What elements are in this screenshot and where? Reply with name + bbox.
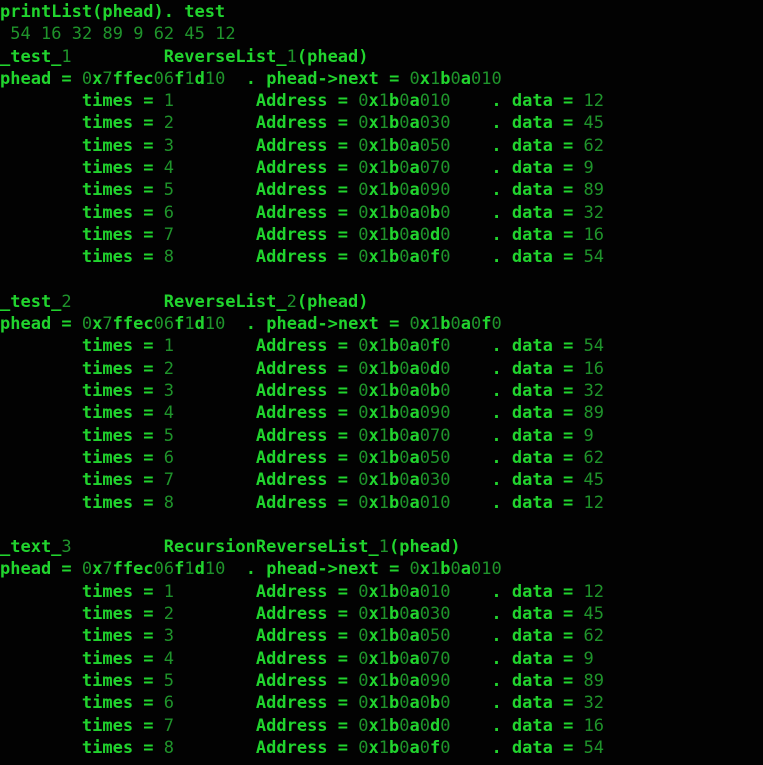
data-row: times = 6 Address = 0x1b0a0b0 . data = 3… bbox=[0, 202, 605, 223]
data-row: times = 2 Address = 0x1b0a030 . data = 4… bbox=[0, 604, 605, 625]
data-row: times = 8 Address = 0x1b0a0f0 . data = 5… bbox=[0, 247, 605, 268]
block-phead-2: phead = 0x7ffec06f1d10 . phead->next = 0… bbox=[0, 314, 502, 335]
data-row: times = 3 Address = 0x1b0a050 . data = 6… bbox=[0, 626, 605, 647]
print-list-call: printList(phead). test bbox=[0, 2, 226, 22]
block-phead-3: phead = 0x7ffec06f1d10 . phead->next = 0… bbox=[0, 559, 502, 580]
terminal-output[interactable]: printList(phead). test 54 16 32 89 9 62 … bbox=[0, 0, 763, 765]
data-row: times = 7 Address = 0x1b0a0d0 . data = 1… bbox=[0, 224, 605, 245]
data-row: times = 6 Address = 0x1b0a0b0 . data = 3… bbox=[0, 693, 605, 714]
data-row: times = 5 Address = 0x1b0a070 . data = 9 bbox=[0, 425, 594, 446]
data-row: times = 7 Address = 0x1b0a0d0 . data = 1… bbox=[0, 715, 605, 736]
data-row: times = 4 Address = 0x1b0a070 . data = 9 bbox=[0, 158, 594, 179]
data-row: times = 5 Address = 0x1b0a090 . data = 8… bbox=[0, 670, 605, 691]
block-header-2: _test_2 ReverseList_2(phead) bbox=[0, 291, 369, 312]
data-row: times = 4 Address = 0x1b0a070 . data = 9 bbox=[0, 648, 594, 669]
data-row: times = 6 Address = 0x1b0a050 . data = 6… bbox=[0, 447, 605, 468]
data-row: times = 1 Address = 0x1b0a0f0 . data = 5… bbox=[0, 336, 605, 357]
data-row: times = 5 Address = 0x1b0a090 . data = 8… bbox=[0, 180, 605, 201]
data-row: times = 2 Address = 0x1b0a030 . data = 4… bbox=[0, 113, 605, 134]
block-phead-1: phead = 0x7ffec06f1d10 . phead->next = 0… bbox=[0, 68, 502, 89]
data-row: times = 1 Address = 0x1b0a010 . data = 1… bbox=[0, 581, 605, 602]
data-row: times = 3 Address = 0x1b0a050 . data = 6… bbox=[0, 135, 605, 156]
data-row: times = 8 Address = 0x1b0a010 . data = 1… bbox=[0, 492, 605, 513]
data-row: times = 3 Address = 0x1b0a0b0 . data = 3… bbox=[0, 381, 605, 402]
block-header-1: _test_1 ReverseList_1(phead) bbox=[0, 46, 369, 67]
list-values: 54 16 32 89 9 62 45 12 bbox=[10, 24, 236, 45]
data-row: times = 2 Address = 0x1b0a0d0 . data = 1… bbox=[0, 358, 605, 379]
data-row: times = 8 Address = 0x1b0a0f0 . data = 5… bbox=[0, 737, 605, 758]
block-header-3: _text_3 RecursionReverseList_1(phead) bbox=[0, 537, 461, 558]
data-row: times = 7 Address = 0x1b0a030 . data = 4… bbox=[0, 470, 605, 491]
data-row: times = 4 Address = 0x1b0a090 . data = 8… bbox=[0, 403, 605, 424]
data-row: times = 1 Address = 0x1b0a010 . data = 1… bbox=[0, 91, 605, 112]
